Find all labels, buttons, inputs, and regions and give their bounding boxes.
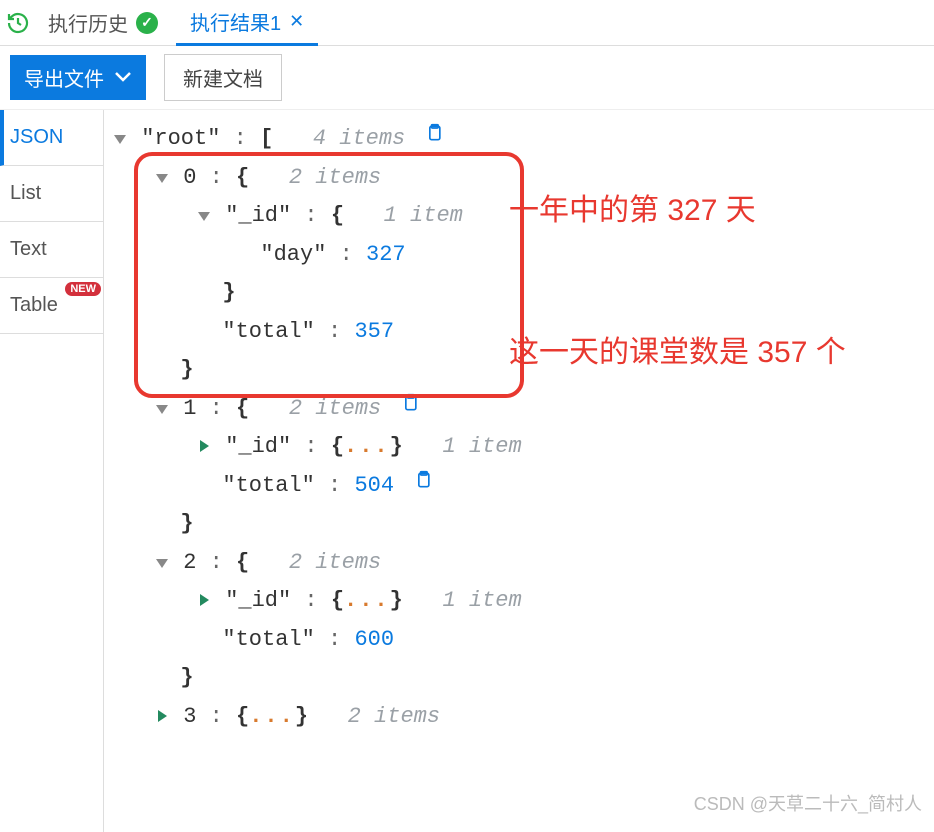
clipboard-icon[interactable] <box>400 392 420 414</box>
tab-result[interactable]: 执行结果1 ✕ <box>176 0 318 46</box>
json-tree: "root" : [ 4 items 0 : { 2 items "_id" :… <box>104 110 934 832</box>
tree-item-2-id[interactable]: "_id" : {...} 1 item <box>112 582 926 621</box>
item-index: 3 <box>183 704 196 729</box>
open-bracket: [ <box>260 126 273 151</box>
caret-down-icon[interactable] <box>154 390 170 429</box>
view-tab-list[interactable]: List <box>0 166 103 222</box>
export-button-label: 导出文件 <box>24 63 104 92</box>
ellipsis: ... <box>344 588 390 613</box>
view-tab-table-label: Table <box>10 294 58 316</box>
id-meta: 1 item <box>384 203 463 228</box>
tree-root[interactable]: "root" : [ 4 items <box>112 120 926 159</box>
id-meta: 1 item <box>442 588 521 613</box>
item-meta: 2 items <box>348 704 440 729</box>
view-tab-text[interactable]: Text <box>0 222 103 278</box>
caret-right-icon[interactable] <box>154 698 170 737</box>
day-key: "day" <box>260 242 326 267</box>
new-doc-button-label: 新建文档 <box>183 69 263 91</box>
id-key: "_id" <box>225 588 291 613</box>
item-index: 1 <box>183 396 196 421</box>
clipboard-icon[interactable] <box>413 469 433 491</box>
caret-down-icon[interactable] <box>112 120 128 159</box>
total-key: "total" <box>222 627 314 652</box>
close-brace: } <box>112 505 926 544</box>
total-value: 600 <box>354 627 394 652</box>
view-tabs: JSON List Text Table NEW <box>0 110 104 832</box>
item-index: 0 <box>183 165 196 190</box>
tab-history[interactable]: 执行历史 ✓ <box>34 0 172 46</box>
item-meta: 2 items <box>289 396 381 421</box>
id-key: "_id" <box>225 434 291 459</box>
ellipsis: ... <box>344 434 390 459</box>
total-value: 504 <box>354 473 394 498</box>
item-index: 2 <box>183 550 196 575</box>
tree-item-1[interactable]: 1 : { 2 items <box>112 390 926 429</box>
item-meta: 2 items <box>289 550 381 575</box>
ellipsis: ... <box>249 704 295 729</box>
export-button[interactable]: 导出文件 <box>10 55 146 100</box>
total-key: "total" <box>222 473 314 498</box>
toolbar: 导出文件 新建文档 <box>0 46 934 110</box>
check-icon: ✓ <box>136 12 158 34</box>
tab-history-label: 执行历史 <box>48 8 128 37</box>
tab-result-label: 执行结果1 <box>190 7 281 36</box>
close-brace: } <box>112 274 926 313</box>
root-meta: 4 items <box>313 126 405 151</box>
root-key: "root" <box>141 126 220 151</box>
top-tabs: 执行历史 ✓ 执行结果1 ✕ <box>0 0 934 46</box>
tree-item-1-id[interactable]: "_id" : {...} 1 item <box>112 428 926 467</box>
caret-down-icon[interactable] <box>196 197 212 236</box>
id-meta: 1 item <box>442 434 521 459</box>
main-area: JSON List Text Table NEW "root" : [ 4 it… <box>0 110 934 832</box>
total-value: 357 <box>354 319 394 344</box>
tree-item-0-day[interactable]: "day" : 327 <box>112 236 926 275</box>
id-key: "_id" <box>225 203 291 228</box>
day-value: 327 <box>366 242 406 267</box>
tree-item-2[interactable]: 2 : { 2 items <box>112 544 926 583</box>
tree-item-2-total[interactable]: "total" : 600 <box>112 621 926 660</box>
new-badge: NEW <box>65 282 101 296</box>
item-meta: 2 items <box>289 165 381 190</box>
new-doc-button[interactable]: 新建文档 <box>164 54 282 101</box>
caret-down-icon[interactable] <box>154 159 170 198</box>
caret-right-icon[interactable] <box>196 582 212 621</box>
watermark: CSDN @天草二十六_简村人 <box>694 790 922 816</box>
view-tab-json[interactable]: JSON <box>0 110 103 166</box>
caret-down-icon[interactable] <box>154 544 170 583</box>
history-icon <box>6 11 30 35</box>
caret-right-icon[interactable] <box>196 428 212 467</box>
annotation-day: 一年中的第 327 天 <box>509 190 756 232</box>
annotation-total: 这一天的课堂数是 357 个 <box>509 332 849 374</box>
tree-item-3[interactable]: 3 : {...} 2 items <box>112 698 926 737</box>
chevron-down-icon <box>114 66 132 89</box>
tree-item-1-total[interactable]: "total" : 504 <box>112 467 926 506</box>
view-tab-table[interactable]: Table NEW <box>0 278 103 334</box>
close-brace: } <box>112 659 926 698</box>
close-icon[interactable]: ✕ <box>289 11 304 32</box>
clipboard-icon[interactable] <box>424 122 444 144</box>
total-key: "total" <box>222 319 314 344</box>
